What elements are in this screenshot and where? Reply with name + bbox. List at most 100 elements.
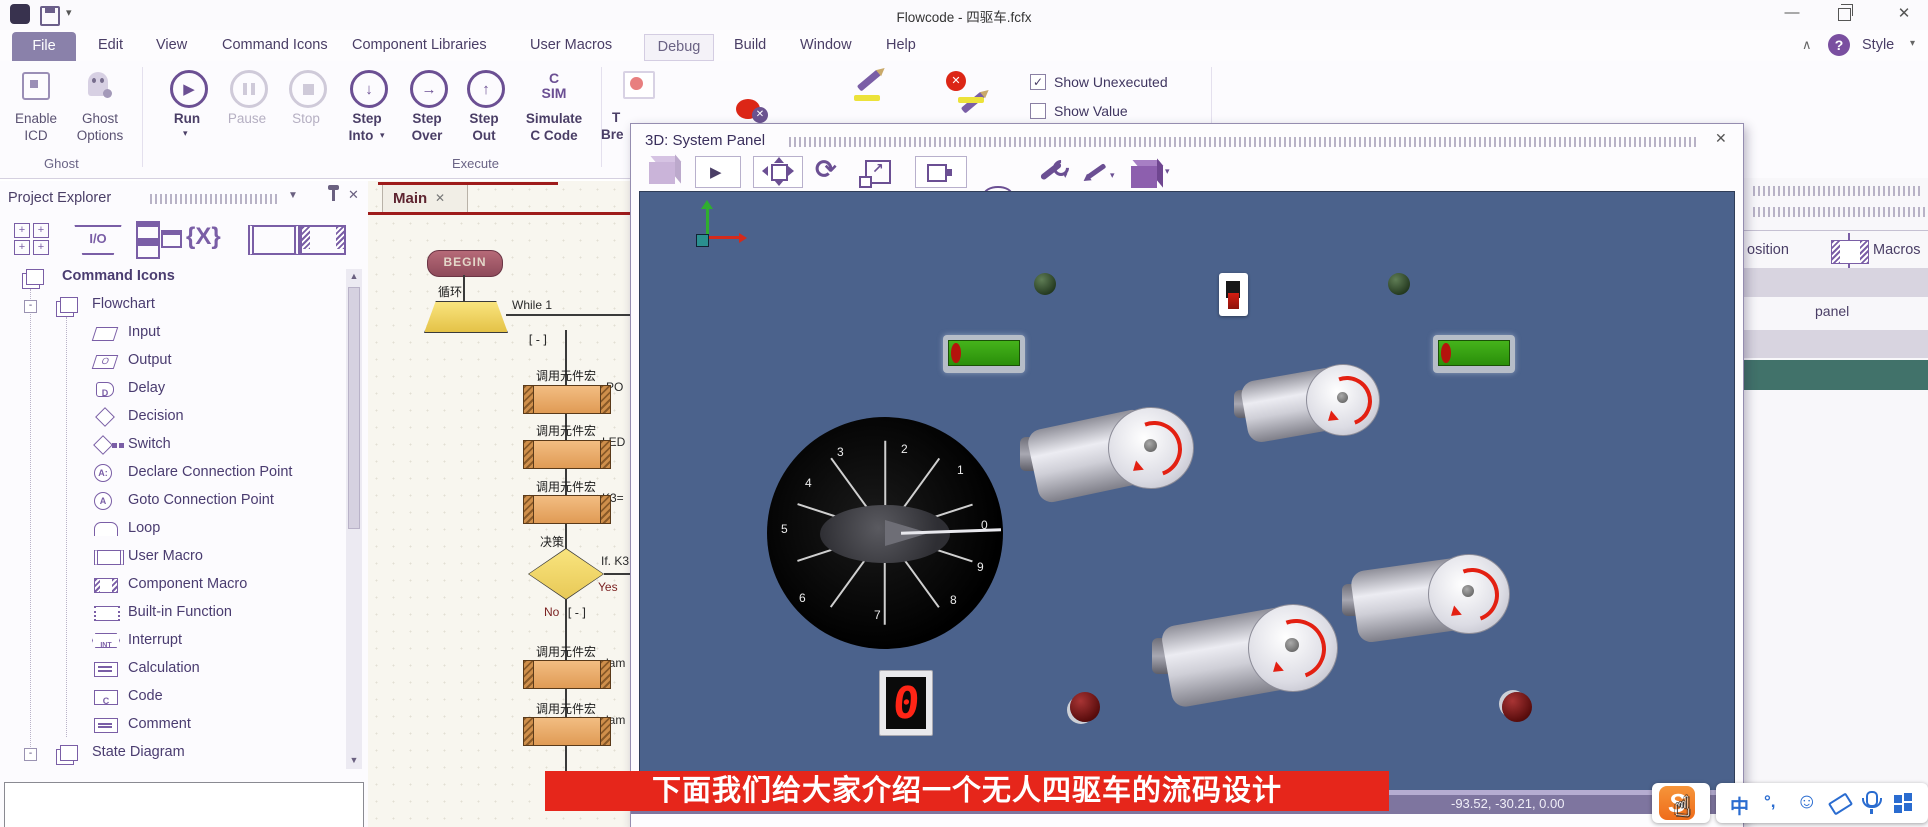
component-macro-node[interactable] bbox=[523, 440, 611, 469]
restore-button[interactable] bbox=[1838, 8, 1851, 21]
dock-header-dots[interactable] bbox=[1753, 207, 1928, 217]
component-macro-tab[interactable] bbox=[300, 225, 346, 255]
execute-group-label: Execute bbox=[452, 156, 499, 171]
windows-tab[interactable] bbox=[134, 221, 180, 257]
call-macro-note: 调用元件宏 bbox=[536, 700, 596, 717]
expander-icon[interactable]: - bbox=[24, 748, 37, 761]
toolbox-grid-icon[interactable] bbox=[1894, 793, 1914, 813]
motor[interactable] bbox=[1342, 554, 1510, 652]
panel-close-icon[interactable]: ✕ bbox=[348, 187, 359, 203]
io-tab[interactable]: I/O bbox=[70, 225, 126, 255]
handwriting-icon[interactable] bbox=[1828, 792, 1853, 815]
menu-view[interactable]: View bbox=[156, 37, 187, 53]
chinese-mode-icon[interactable]: 中 bbox=[1730, 792, 1749, 819]
world-style-cube-icon[interactable]: ▾ bbox=[1129, 158, 1173, 186]
panel-drag-dots[interactable] bbox=[150, 194, 278, 204]
c-sim-icon: C SIM bbox=[512, 71, 596, 101]
move-tool-button[interactable] bbox=[753, 156, 803, 188]
menu-edit[interactable]: Edit bbox=[98, 37, 123, 53]
orbit-tool-icon[interactable]: ⟳ bbox=[815, 154, 837, 185]
tree-scrollbar[interactable]: ▲ ▼ bbox=[346, 269, 362, 769]
pencil-icon bbox=[857, 69, 881, 91]
collapse-marker[interactable]: [-] bbox=[566, 606, 588, 620]
step-into-icon: ↓ bbox=[350, 70, 388, 108]
pin-icon[interactable] bbox=[332, 189, 335, 201]
show-code-icon[interactable] bbox=[852, 69, 892, 103]
dial-number: 2 bbox=[901, 442, 908, 456]
motor[interactable] bbox=[1152, 604, 1338, 714]
menu-user-macros[interactable]: User Macros bbox=[530, 37, 612, 53]
menu-help[interactable]: Help bbox=[886, 37, 916, 53]
table-row[interactable] bbox=[1743, 268, 1928, 297]
user-macro-tab[interactable] bbox=[248, 225, 300, 255]
menu-build[interactable]: Build bbox=[734, 37, 766, 53]
step-into-caret-icon: ▾ bbox=[380, 130, 385, 141]
tree-label: State Diagram bbox=[92, 744, 185, 760]
led-green-off[interactable] bbox=[1034, 273, 1056, 295]
decision-node[interactable] bbox=[529, 549, 603, 599]
expander-icon[interactable]: - bbox=[24, 300, 37, 313]
collapse-marker[interactable]: [-] bbox=[527, 333, 549, 347]
table-row-selected[interactable] bbox=[1743, 360, 1928, 390]
ribbon-collapse-icon[interactable]: ∧ bbox=[1802, 37, 1812, 53]
enable-icd-button[interactable]: Enable ICD bbox=[8, 68, 64, 164]
scroll-up-icon[interactable]: ▲ bbox=[346, 271, 362, 281]
connector bbox=[506, 314, 636, 316]
tab-close-icon[interactable]: ✕ bbox=[435, 185, 445, 212]
reset-code-icon[interactable]: ✕ bbox=[946, 69, 992, 103]
loop-start-node[interactable] bbox=[424, 301, 508, 333]
component-macro-node[interactable] bbox=[523, 660, 611, 689]
led-red[interactable] bbox=[1070, 692, 1100, 722]
menu-file[interactable]: File bbox=[12, 32, 76, 61]
tools-wrench-icon[interactable]: ▾ bbox=[1037, 160, 1071, 184]
variables-tab[interactable]: {X} bbox=[186, 223, 221, 251]
loop-note: 循环 bbox=[438, 283, 462, 300]
tab-main[interactable]: Main ✕ bbox=[382, 185, 468, 213]
close-button[interactable]: ✕ bbox=[1884, 4, 1924, 22]
component-macro-node[interactable] bbox=[523, 385, 611, 414]
title-bar: ▾ Flowcode - 四驱车.fcfx — ✕ bbox=[0, 0, 1928, 30]
menu-command-icons[interactable]: Command Icons bbox=[222, 37, 328, 53]
panel-menu-caret-icon[interactable]: ▼ bbox=[288, 190, 298, 201]
panel-row-label[interactable]: panel bbox=[1815, 303, 1849, 319]
style-menu[interactable]: Style bbox=[1862, 37, 1894, 53]
minimize-button[interactable]: — bbox=[1772, 4, 1812, 21]
component-macro-node[interactable] bbox=[523, 495, 611, 524]
emoji-icon[interactable]: ☺ bbox=[1796, 790, 1817, 814]
table-row[interactable] bbox=[1743, 330, 1928, 358]
microphone-icon[interactable] bbox=[1862, 791, 1882, 815]
window-drag-dots[interactable] bbox=[789, 137, 1699, 147]
menu-component-libraries[interactable]: Component Libraries bbox=[352, 37, 487, 53]
battery-pack[interactable] bbox=[943, 335, 1025, 373]
3d-window-close-icon[interactable]: ✕ bbox=[1715, 130, 1727, 147]
help-icon[interactable]: ? bbox=[1828, 34, 1850, 56]
menu-window[interactable]: Window bbox=[800, 37, 852, 53]
led-red[interactable] bbox=[1502, 692, 1532, 722]
punctuation-icon[interactable]: °, bbox=[1764, 792, 1776, 812]
run-simulation-button[interactable]: ▶ bbox=[695, 156, 741, 188]
3d-viewport[interactable]: 0 1 2 3 4 5 6 7 8 9 bbox=[639, 191, 1735, 793]
call-macro-note: 调用元件宏 bbox=[536, 478, 596, 495]
scrollbar-thumb[interactable] bbox=[348, 287, 360, 529]
motor[interactable] bbox=[1020, 407, 1190, 507]
led-green-off[interactable] bbox=[1388, 273, 1410, 295]
grid-icons-tab[interactable]: + + + + bbox=[12, 221, 54, 255]
panel-bounds-button[interactable] bbox=[915, 156, 967, 188]
enable-icd-label1: Enable bbox=[8, 110, 64, 127]
ghost-options-button[interactable]: Ghost Options bbox=[68, 68, 132, 164]
begin-node[interactable]: BEGIN bbox=[427, 250, 503, 277]
seven-segment-display[interactable]: 0 bbox=[879, 670, 933, 736]
red-x-icon: ✕ bbox=[946, 71, 966, 91]
motor[interactable] bbox=[1234, 364, 1380, 452]
rotary-switch[interactable]: 0 1 2 3 4 5 6 7 8 9 bbox=[767, 417, 1003, 649]
dock-header-dots[interactable] bbox=[1753, 186, 1921, 196]
resize-tool-icon[interactable]: ↗ bbox=[865, 160, 891, 184]
component-macro-node[interactable] bbox=[523, 717, 611, 746]
target-window-icon[interactable] bbox=[623, 71, 655, 99]
menu-debug[interactable]: Debug bbox=[644, 34, 714, 61]
battery-pack[interactable] bbox=[1433, 335, 1515, 373]
paint-brush-icon[interactable]: ▾ bbox=[1083, 160, 1119, 184]
toggle-switch[interactable] bbox=[1219, 273, 1248, 316]
clear-breakpoints-icon[interactable]: ✕ bbox=[736, 99, 760, 119]
scroll-down-icon[interactable]: ▼ bbox=[346, 755, 362, 765]
